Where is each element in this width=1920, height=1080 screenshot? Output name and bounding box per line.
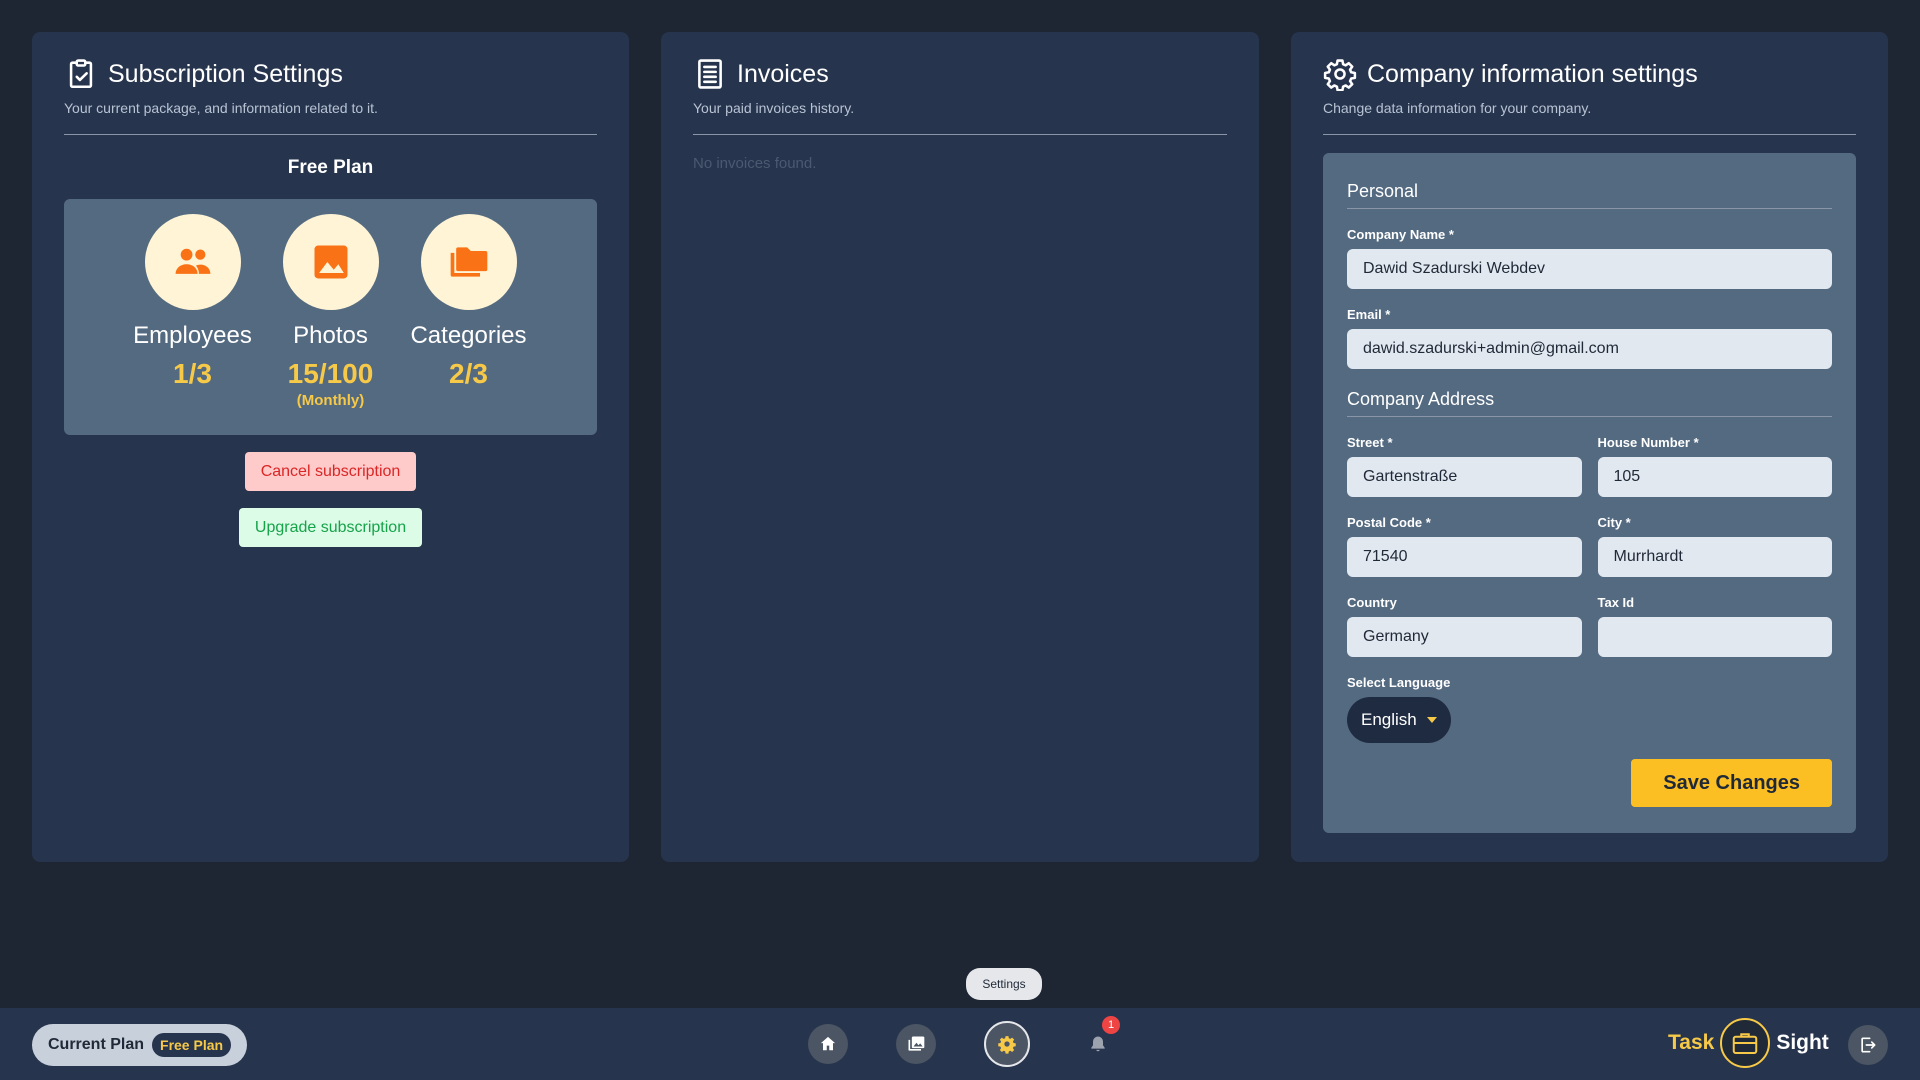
language-select[interactable]: English [1347,697,1451,743]
folders-icon [450,247,487,277]
house-number-input[interactable] [1597,457,1832,497]
language-value: English [1361,710,1417,729]
invoices-title: Invoices [737,59,829,88]
company-header: Company information settings [1323,54,1856,94]
city-input[interactable] [1597,537,1832,577]
settings-nav-button[interactable] [984,1021,1030,1067]
logout-icon [1861,1037,1876,1053]
image-icon [314,245,347,279]
current-plan-chip[interactable]: Current Plan Free Plan [32,1024,248,1066]
invoices-subtitle: Your paid invoices history. [693,100,855,116]
tax-id-label: Tax Id [1597,595,1635,610]
company-name-input[interactable] [1347,249,1832,289]
personal-section-title: Personal [1347,181,1419,201]
clipboard-check-icon [69,59,93,89]
photos-icon [908,1036,925,1051]
notifications-nav-button[interactable]: 1 [1078,1016,1120,1064]
brand-text-right: Sight [1776,1031,1829,1054]
email-label: Email * [1347,307,1391,322]
invoices-header: Invoices [693,54,1227,94]
notification-count-badge: 1 [1102,1016,1120,1034]
home-nav-button[interactable] [808,1024,848,1064]
company-form: Personal Company Name * Email * Company … [1323,153,1856,833]
email-field: Email * [1347,307,1832,369]
plan-name: Free Plan [287,157,374,178]
gear-icon [998,1036,1016,1054]
stat-value: 1/3 [173,358,212,389]
current-plan-label: Current Plan [48,1036,145,1053]
current-plan-badge: Free Plan [152,1033,232,1057]
divider [693,134,1227,135]
stat-circle [420,214,517,310]
subscription-header: Subscription Settings [64,54,597,94]
street-field: Street * [1347,435,1582,497]
stat-label: Categories [410,322,527,349]
subscription-title: Subscription Settings [108,59,343,88]
email-input[interactable] [1347,329,1832,369]
receipt-icon [698,59,722,89]
street-input[interactable] [1347,457,1582,497]
bell-icon [1091,1036,1105,1052]
main-nav: 1 [808,1016,1120,1067]
upgrade-subscription-button[interactable]: Upgrade subscription [238,508,423,547]
address-section-title: Company Address [1347,389,1495,409]
address-row-3: Country Tax Id [1347,577,1832,657]
stat-circle [282,214,379,310]
logout-button[interactable] [1848,1025,1888,1065]
home-icon [820,1036,836,1051]
company-subtitle: Change data information for your company… [1323,100,1592,116]
address-row-1: Street * House Number * [1347,417,1832,497]
stat-value: 15/100 [287,358,374,389]
tax-id-input[interactable] [1597,617,1832,657]
subscription-subtitle: Your current package, and information re… [64,100,378,116]
stat-categories: Categories 2/3 [410,214,527,435]
bottom-bar: Current Plan Free Plan 1 Task Sight [0,1008,1920,1080]
briefcase-icon [1720,1018,1771,1068]
language-field: Select Language English [1347,675,1832,743]
gallery-nav-button[interactable] [896,1024,936,1064]
stat-value: 2/3 [449,358,488,389]
settings-tooltip: Settings [966,968,1042,1000]
plan-stats: Employees 1/3 Photos 15/100 (Monthly) Ca… [64,199,597,435]
chevron-down-icon [1426,717,1437,723]
save-changes-button[interactable]: Save Changes [1631,759,1832,807]
city-label: City * [1597,515,1631,530]
stat-circle [144,214,241,310]
brand-logo: Task Sight [1668,1018,1829,1068]
brand-text-left: Task [1668,1031,1715,1054]
stat-photos: Photos 15/100 (Monthly) [282,214,379,435]
postal-code-input[interactable] [1347,537,1582,577]
stat-label: Employees [133,322,252,349]
people-icon [175,248,210,274]
stat-label: Photos [293,322,368,349]
divider [1347,208,1832,209]
company-name-label: Company Name * [1347,227,1454,242]
stat-period: (Monthly) [296,392,365,409]
city-field: City * [1597,515,1832,577]
invoices-panel: Invoices Your paid invoices history. No … [661,32,1259,862]
street-label: Street * [1347,435,1393,450]
postal-code-field: Postal Code * [1347,515,1582,577]
company-title: Company information settings [1367,59,1698,88]
company-name-field: Company Name * [1347,227,1832,289]
country-input[interactable] [1347,617,1582,657]
country-label: Country [1347,595,1397,610]
house-number-label: House Number * [1597,435,1699,450]
postal-code-label: Postal Code * [1347,515,1431,530]
gear-icon [1323,59,1357,91]
country-field: Country [1347,595,1582,657]
subscription-panel: Subscription Settings Your current packa… [32,32,629,862]
house-number-field: House Number * [1597,435,1832,497]
company-panel: Company information settings Change data… [1291,32,1888,862]
stat-employees: Employees 1/3 [133,214,252,435]
invoices-empty-message: No invoices found. [693,155,817,172]
divider [1323,134,1856,135]
divider [64,134,597,135]
language-label: Select Language [1347,675,1451,690]
cancel-subscription-button[interactable]: Cancel subscription [244,452,417,491]
address-row-2: Postal Code * City * [1347,497,1832,577]
tax-id-field: Tax Id [1597,595,1832,657]
